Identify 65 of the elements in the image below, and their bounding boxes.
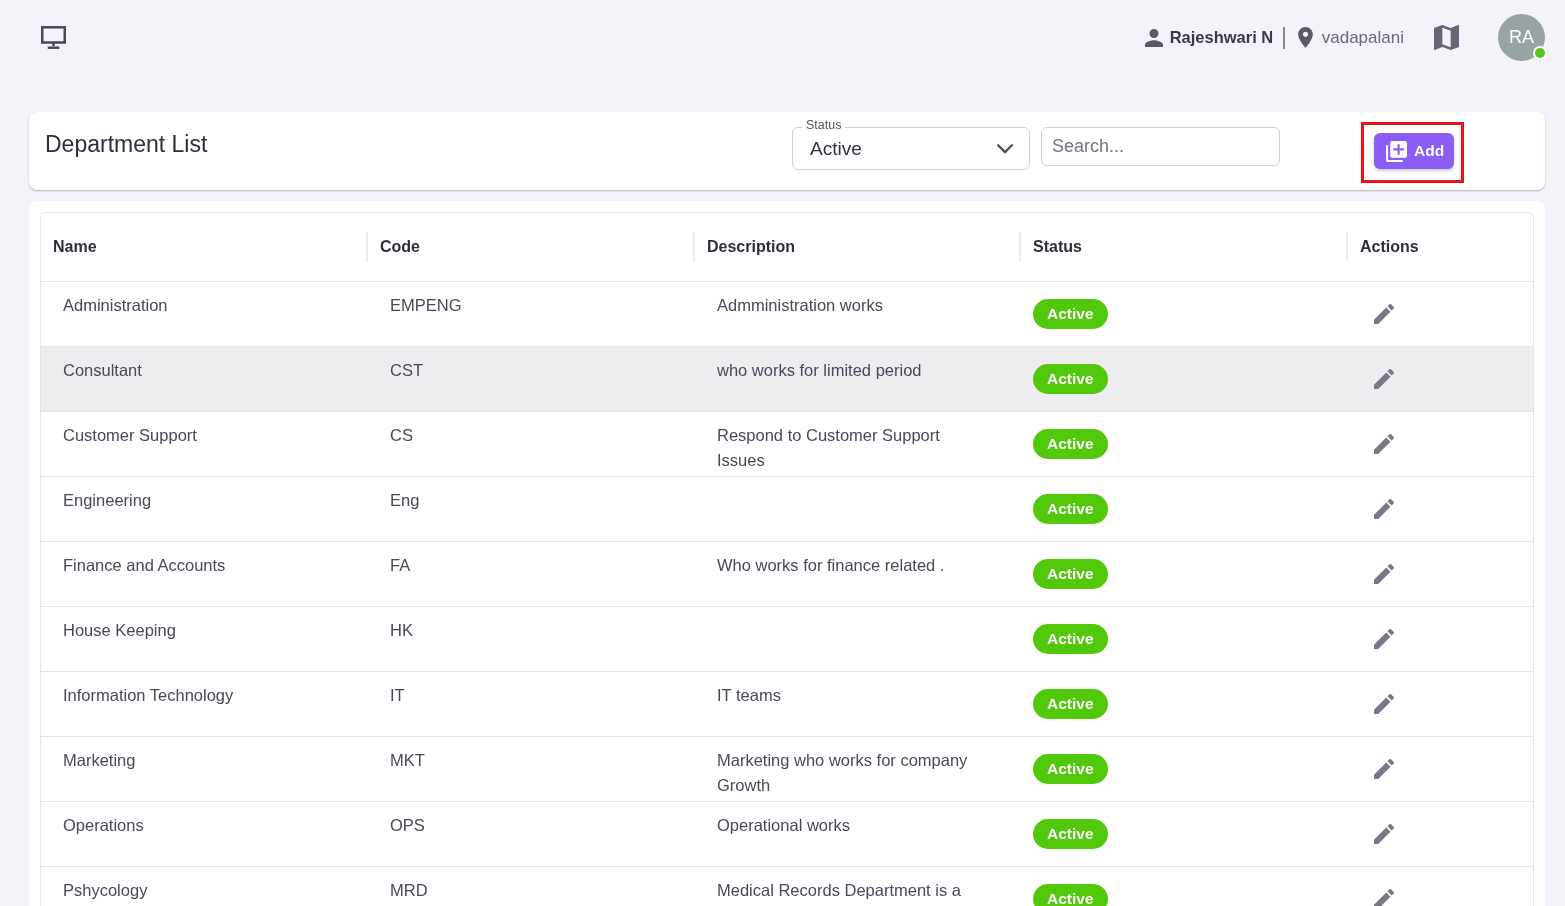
table-cell: IT <box>390 686 405 704</box>
status-badge: Active <box>1033 819 1108 849</box>
table-cell: MKT <box>390 751 425 769</box>
status-badge: Active <box>1033 559 1108 589</box>
table-cell: Marketing <box>63 751 136 769</box>
edit-icon[interactable] <box>1374 889 1394 906</box>
table-cell: HK <box>390 621 413 639</box>
table-cell: CS <box>390 426 413 444</box>
map-icon[interactable] <box>1434 25 1459 50</box>
location-pin-icon <box>1297 27 1313 48</box>
search-field[interactable]: Search... <box>1041 127 1280 166</box>
table-cell: Who works for finance related . <box>717 556 945 574</box>
edit-icon[interactable] <box>1374 629 1394 649</box>
edit-icon[interactable] <box>1374 824 1394 844</box>
table-cell: Eng <box>390 491 420 509</box>
edit-icon[interactable] <box>1374 434 1394 454</box>
page-title: Department List <box>45 131 209 158</box>
edit-icon[interactable] <box>1374 499 1394 519</box>
person-icon <box>1144 28 1163 47</box>
edit-icon[interactable] <box>1374 694 1394 714</box>
table-cell: OPS <box>390 816 425 834</box>
table-cell: House Keeping <box>63 621 176 639</box>
location-name: vadapalani <box>1321 27 1404 48</box>
column-header: Name <box>53 238 97 256</box>
column-header: Code <box>380 238 420 256</box>
table-cell: Customer Support <box>63 426 197 444</box>
table-cell: Operations <box>63 816 144 834</box>
status-badge: Active <box>1033 299 1108 329</box>
table-cell: Operational works <box>717 816 850 834</box>
monitor-icon[interactable] <box>41 26 66 49</box>
user-name: Rajeshwari N <box>1169 28 1274 47</box>
status-badge: Active <box>1033 754 1108 784</box>
column-header: Actions <box>1360 238 1419 256</box>
table-cell: Respond to Customer Support Issues <box>717 426 940 469</box>
edit-icon[interactable] <box>1374 369 1394 389</box>
table-cell: MRD <box>390 881 428 899</box>
table-cell: Administration <box>63 296 168 314</box>
edit-icon[interactable] <box>1374 304 1394 324</box>
table-cell: who works for limited period <box>717 361 922 379</box>
table-cell: Engineering <box>63 491 152 509</box>
user-avatar[interactable]: RA <box>1498 14 1545 61</box>
status-badge: Active <box>1033 364 1108 394</box>
table-cell: Information Technology <box>63 686 234 704</box>
table-cell: Consultant <box>63 361 142 379</box>
edit-icon[interactable] <box>1374 564 1394 584</box>
table-cell: FA <box>390 556 411 574</box>
table-cell: EMPENG <box>390 296 462 314</box>
column-header: Description <box>707 238 795 256</box>
table-cell: CST <box>390 361 423 379</box>
status-badge: Active <box>1033 689 1108 719</box>
chevron-down-icon <box>997 143 1013 154</box>
edit-icon[interactable] <box>1374 759 1394 779</box>
status-badge: Active <box>1033 429 1108 459</box>
stacked-plus-icon <box>1386 140 1407 162</box>
status-badge: Active <box>1033 884 1108 906</box>
table-cell: Pshycology <box>63 881 148 899</box>
table-cell: IT teams <box>717 686 781 704</box>
status-badge: Active <box>1033 624 1108 654</box>
status-badge: Active <box>1033 494 1108 524</box>
table-cell: Finance and Accounts <box>63 556 226 574</box>
table-cell: Admministration works <box>717 296 883 314</box>
table-cell: Medical Records Department is a <box>717 881 961 899</box>
add-button[interactable]: Add <box>1374 133 1454 169</box>
column-header: Status <box>1033 238 1082 256</box>
table-cell: Marketing who works for company Growth <box>717 751 968 794</box>
